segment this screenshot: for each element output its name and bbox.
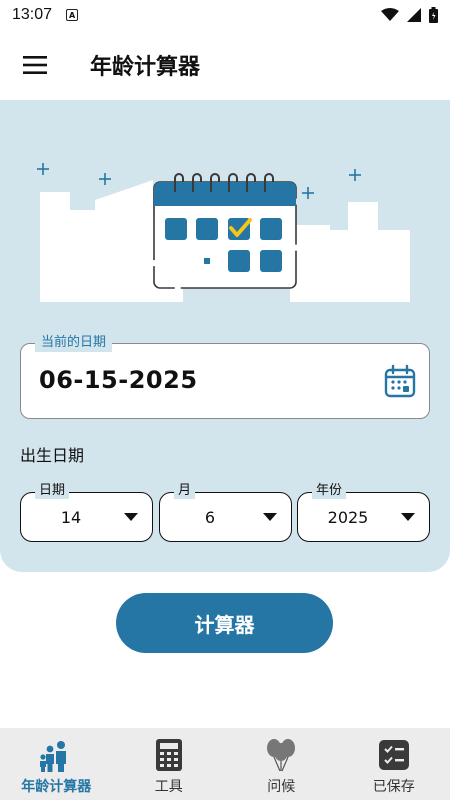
nav-label-age-calculator: 年龄计算器 [21,779,92,795]
status-time: 13:07 [12,6,53,23]
calculator-icon [152,738,186,772]
nav-label-greetings: 问候 [267,779,296,795]
notification-icon: A [66,9,79,21]
nav-label-saved: 已保存 [372,779,415,795]
wifi-icon [381,8,399,21]
nav-item-saved[interactable]: 已保存 [338,728,450,800]
battery-icon [429,7,438,23]
year-select-value: 2025 [327,508,369,527]
nav-item-age-calculator[interactable]: 年龄计算器 [0,728,113,800]
page-title: 年龄计算器 [90,55,201,80]
menu-button[interactable] [0,30,70,100]
calendar-icon[interactable] [383,364,417,398]
bottom-navigation: 年龄计算器 工具 问候 已保存 [0,728,450,800]
status-bar: 13:07 A [0,0,450,30]
family-icon [39,738,73,772]
day-select-value: 14 [60,508,82,527]
dropdown-arrow-icon [263,513,277,521]
year-select[interactable]: 年份 2025 [297,483,430,542]
app-bar: 年龄计算器 [0,30,450,100]
status-icons [381,7,438,23]
nav-item-greetings[interactable]: 问候 [225,728,338,800]
current-date-label: 当前的日期 [35,334,113,352]
nav-label-tools: 工具 [154,779,183,795]
birth-date-label: 出生日期 [20,446,85,465]
dropdown-arrow-icon [401,513,415,521]
current-date-field[interactable]: 当前的日期 06-15-2025 [20,334,430,419]
calendar-illustration [37,163,410,302]
year-select-label: 年份 [312,483,347,499]
current-date-value: 06-15-2025 [39,366,198,394]
main-panel: 当前的日期 06-15-2025 出生日期 日期 14 月 6 年份 2025 [0,100,450,572]
checklist-icon [377,738,411,772]
month-select[interactable]: 月 6 [159,483,292,542]
month-select-label: 月 [174,483,196,499]
calendar-graphic [153,173,297,289]
menu-icon [23,56,47,74]
day-select-label: 日期 [35,483,70,499]
month-select-value: 6 [204,508,216,527]
dropdown-arrow-icon [124,513,138,521]
calculate-button[interactable]: 计算器 [116,593,333,653]
day-select[interactable]: 日期 14 [20,483,153,542]
balloons-icon [264,738,298,772]
signal-icon [407,8,421,22]
nav-item-tools[interactable]: 工具 [113,728,226,800]
